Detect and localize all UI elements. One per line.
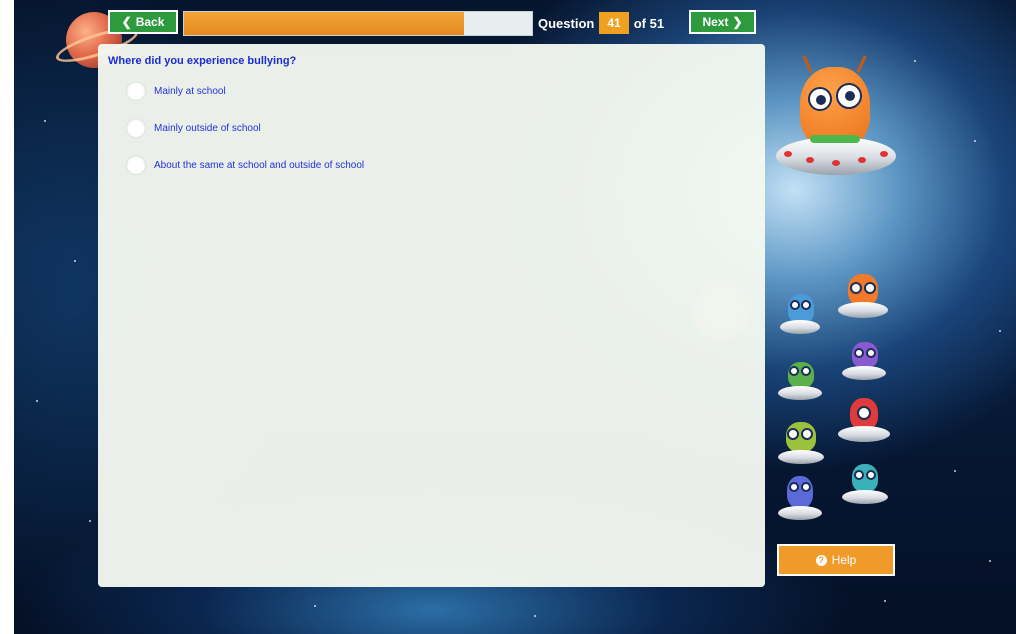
radio-button[interactable] [126,155,146,175]
alien-avatar-indigo [778,474,822,528]
chevron-left-icon: ❮ [121,15,132,29]
next-button-label: Next [702,15,729,29]
alien-avatar-red [838,396,890,448]
question-text: Where did you experience bullying? [108,55,297,67]
alien-avatar-orange [838,270,888,324]
option-label: Mainly at school [154,85,226,97]
alien-avatar-lime [778,420,824,470]
question-current-number: 41 [599,12,629,34]
progress-bar [183,11,533,36]
option-label: Mainly outside of school [154,122,261,134]
question-counter-total: of 51 [633,15,665,31]
question-counter-prefix: Question [538,15,595,31]
alien-mascot-large [776,55,896,190]
chevron-right-icon: ❯ [732,15,743,29]
option-label: About the same at school and outside of … [154,159,365,171]
option-about-the-same[interactable]: About the same at school and outside of … [126,155,755,175]
alien-avatar-teal [842,462,888,510]
help-button-label: Help [831,553,857,567]
help-button[interactable]: ? Help [777,544,895,576]
back-button[interactable]: ❮ Back [108,10,178,34]
option-mainly-outside-school[interactable]: Mainly outside of school [126,118,755,138]
question-circle-icon: ? [815,554,827,566]
progress-fill [184,12,464,35]
alien-avatar-purple [842,342,886,384]
option-mainly-at-school[interactable]: Mainly at school [126,81,755,101]
radio-button[interactable] [126,81,146,101]
back-button-label: Back [135,15,165,29]
alien-avatar-green [778,360,822,406]
question-counter: Question 41 of 51 [538,11,664,35]
next-button[interactable]: Next ❯ [689,10,756,34]
radio-button[interactable] [126,118,146,138]
alien-avatar-blue [780,292,820,342]
question-panel: Where did you experience bullying? Mainl… [98,44,765,587]
page-margin [0,0,14,634]
